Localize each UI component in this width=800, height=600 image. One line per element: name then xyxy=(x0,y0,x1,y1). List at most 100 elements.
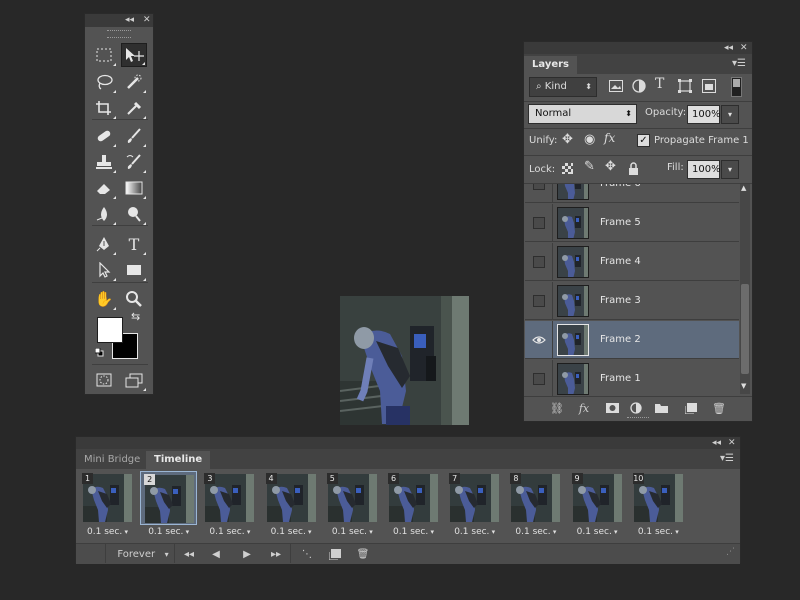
frame-delay-select[interactable]: 0.1 sec. ▾ xyxy=(263,527,320,537)
quick-selection-tool-icon[interactable] xyxy=(121,70,147,94)
pen-tool-icon[interactable] xyxy=(91,232,117,256)
frame-delay-select[interactable]: 0.1 sec. ▾ xyxy=(507,527,564,537)
layers-panel-header[interactable]: ◂◂ ✕ xyxy=(524,42,752,54)
type-filter-icon[interactable]: T xyxy=(655,76,664,92)
adjustment-filter-icon[interactable] xyxy=(632,79,646,96)
layer-row[interactable]: Frame 5 xyxy=(525,204,739,242)
visibility-toggle[interactable] xyxy=(525,204,553,242)
previous-frame-button[interactable]: ◀ xyxy=(208,547,224,561)
timeline-panel-header[interactable]: ◂◂ ✕ xyxy=(76,437,740,449)
gradient-tool-icon[interactable] xyxy=(121,176,147,200)
play-button[interactable]: ▶ xyxy=(239,547,255,561)
layer-row[interactable]: Frame 2 xyxy=(525,321,739,359)
panel-menu-icon[interactable]: ▾☰ xyxy=(720,453,734,464)
eye-icon[interactable] xyxy=(525,321,553,359)
next-frame-button[interactable]: ▸▸ xyxy=(266,547,286,561)
unify-visibility-icon[interactable]: ◉ xyxy=(584,132,595,147)
frame-delay-select[interactable]: 0.1 sec. ▾ xyxy=(385,527,442,537)
adjustment-layer-icon[interactable] xyxy=(627,399,645,417)
lock-transparent-icon[interactable] xyxy=(562,163,573,177)
history-brush-icon[interactable] xyxy=(121,150,147,174)
animation-frame[interactable]: 3 xyxy=(201,471,258,525)
new-layer-icon[interactable] xyxy=(682,399,700,417)
animation-frame[interactable]: 9 xyxy=(569,471,626,525)
scroll-thumb[interactable] xyxy=(741,284,749,374)
lasso-tool-icon[interactable] xyxy=(91,70,117,94)
animation-frame[interactable]: 2 xyxy=(140,471,198,525)
blur-tool-icon[interactable] xyxy=(91,202,117,226)
type-tool-icon[interactable]: T xyxy=(121,232,147,256)
rectangular-marquee-tool-icon[interactable] xyxy=(91,43,117,67)
close-icon[interactable]: ✕ xyxy=(143,14,151,27)
propagate-checkbox[interactable]: ✓ xyxy=(637,134,650,147)
scroll-down-icon[interactable]: ▼ xyxy=(741,382,746,390)
lock-pixels-icon[interactable]: ✎ xyxy=(584,159,595,174)
loop-options-select[interactable]: Forever ▾ xyxy=(114,547,172,561)
frame-delay-select[interactable]: 0.1 sec. ▾ xyxy=(201,527,258,537)
shape-filter-icon[interactable] xyxy=(678,79,692,96)
unify-style-icon[interactable]: fx xyxy=(604,131,615,145)
frame-delay-select[interactable]: 0.1 sec. ▾ xyxy=(140,527,197,537)
screen-mode-icon[interactable] xyxy=(121,368,147,392)
frame-delay-select[interactable]: 0.1 sec. ▾ xyxy=(79,527,136,537)
animation-frame[interactable]: 8 xyxy=(507,471,564,525)
delete-frame-icon[interactable]: 🗑 xyxy=(354,547,372,561)
frame-delay-select[interactable]: 0.1 sec. ▾ xyxy=(630,527,687,537)
visibility-toggle[interactable] xyxy=(525,360,553,396)
visibility-toggle[interactable] xyxy=(525,184,553,203)
hand-tool-icon[interactable]: ✋ xyxy=(91,287,117,311)
frame-delay-select[interactable]: 0.1 sec. ▾ xyxy=(324,527,381,537)
unify-position-icon[interactable]: ✥ xyxy=(562,132,573,147)
first-frame-button[interactable]: ◂◂ xyxy=(179,547,199,561)
move-tool-icon[interactable] xyxy=(121,43,147,67)
pixel-layer-filter-icon[interactable] xyxy=(609,80,623,95)
crop-tool-icon[interactable] xyxy=(91,96,117,120)
zoom-tool-icon[interactable] xyxy=(121,287,147,311)
new-group-icon[interactable] xyxy=(652,399,670,417)
opacity-dropdown-button[interactable]: ▾ xyxy=(721,105,739,124)
lock-position-icon[interactable]: ✥ xyxy=(605,159,616,174)
animation-frame[interactable]: 7 xyxy=(446,471,503,525)
link-layers-icon[interactable]: ⛓ xyxy=(548,399,566,417)
eraser-tool-icon[interactable] xyxy=(91,176,117,200)
swap-colors-icon[interactable]: ⇆ xyxy=(131,310,140,323)
animation-frame[interactable]: 1 xyxy=(79,471,136,525)
filter-kind-select[interactable]: ⌕ Kind ⬍ xyxy=(529,77,597,97)
default-colors-icon[interactable] xyxy=(94,347,104,357)
document-canvas[interactable] xyxy=(340,296,469,425)
duplicate-frame-icon[interactable] xyxy=(326,547,344,561)
layer-row[interactable]: Frame 6 xyxy=(525,184,739,203)
animation-frame[interactable]: 4 xyxy=(263,471,320,525)
animation-frame[interactable]: 10 xyxy=(630,471,687,525)
add-mask-icon[interactable] xyxy=(603,399,621,417)
panel-menu-icon[interactable]: ▾☰ xyxy=(732,58,746,69)
opacity-input[interactable]: 100% xyxy=(687,105,721,124)
fill-input[interactable]: 100% xyxy=(687,160,721,179)
layer-row[interactable]: Frame 3 xyxy=(525,282,739,320)
foreground-color-swatch[interactable] xyxy=(97,317,123,343)
layer-list-scrollbar[interactable]: ▲ ▼ xyxy=(740,184,750,394)
path-selection-tool-icon[interactable] xyxy=(91,258,117,282)
clone-stamp-tool-icon[interactable] xyxy=(91,150,117,174)
tab-timeline[interactable]: Timeline xyxy=(146,451,211,469)
blend-mode-select[interactable]: Normal ⬍ xyxy=(528,104,637,124)
frame-delay-select[interactable]: 0.1 sec. ▾ xyxy=(446,527,503,537)
quick-mask-icon[interactable] xyxy=(91,368,117,392)
delete-layer-icon[interactable]: 🗑 xyxy=(710,399,728,417)
panel-grip[interactable] xyxy=(107,30,131,38)
layer-row[interactable]: Frame 1 xyxy=(525,360,739,396)
visibility-toggle[interactable] xyxy=(525,282,553,320)
tab-mini-bridge[interactable]: Mini Bridge xyxy=(76,451,148,469)
brush-tool-icon[interactable] xyxy=(121,124,147,148)
layer-style-icon[interactable]: fx xyxy=(575,399,593,417)
tools-panel-header[interactable]: ◂◂ ✕ xyxy=(85,14,153,27)
visibility-toggle[interactable] xyxy=(525,243,553,281)
resize-grip-icon[interactable]: ⋰ xyxy=(726,547,738,559)
fill-dropdown-button[interactable]: ▾ xyxy=(721,160,739,179)
rectangle-tool-icon[interactable] xyxy=(121,258,147,282)
filter-toggle-switch[interactable] xyxy=(731,77,742,97)
smart-object-filter-icon[interactable] xyxy=(702,79,716,96)
dodge-tool-icon[interactable] xyxy=(121,202,147,226)
spot-healing-brush-icon[interactable] xyxy=(91,124,117,148)
tween-icon[interactable]: ⋱ xyxy=(298,547,316,561)
